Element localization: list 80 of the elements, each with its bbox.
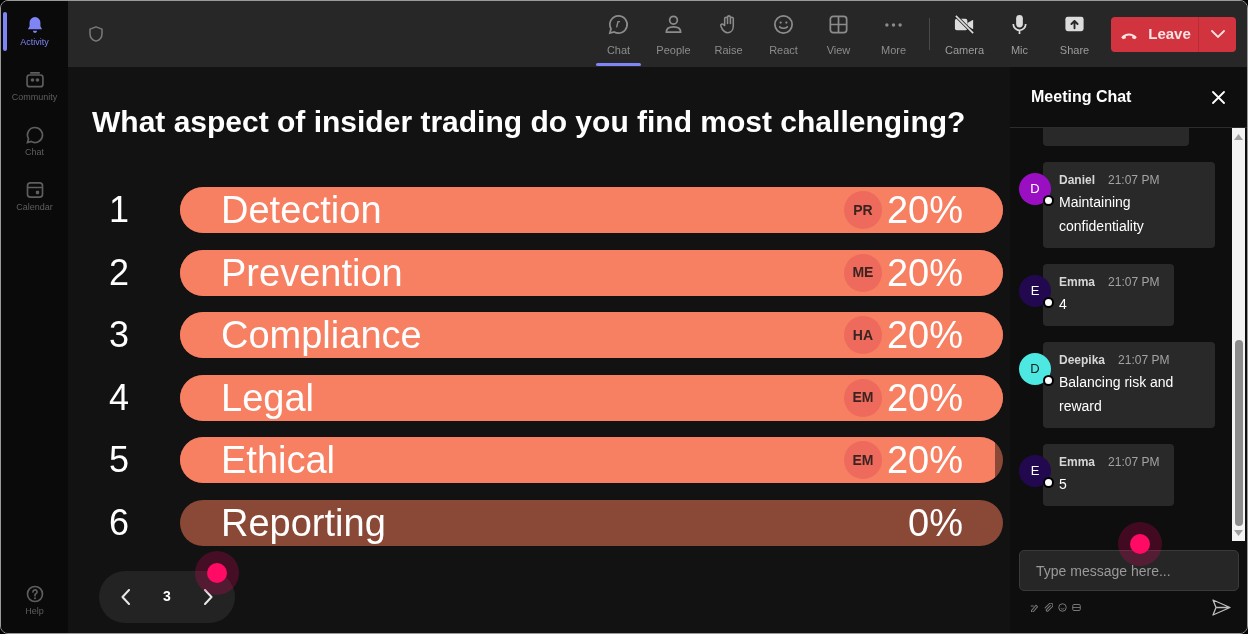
message-time: 21:07 PM [1108, 454, 1160, 470]
message-text: 5 [1059, 475, 1068, 494]
poll-question: What aspect of insider trading do you find most challenging? [92, 104, 967, 139]
sticker-icon[interactable] [1072, 603, 1081, 612]
toolbar-button[interactable]: Chat [591, 1, 646, 67]
toolbar-button[interactable]: Camera [937, 1, 992, 67]
calendar-icon [24, 180, 45, 200]
message-author: Emma [1059, 274, 1096, 290]
toolbar-button[interactable]: Share [1047, 1, 1102, 67]
option-number: 4 [108, 379, 130, 416]
leave-button[interactable]: Leave [1111, 16, 1198, 52]
sidebar-item[interactable]: Chat [1, 114, 68, 169]
message-time: 21:07 PM [1118, 352, 1170, 368]
grid-icon [827, 13, 850, 36]
send-button[interactable] [1212, 599, 1231, 616]
touch-indicator-icon [195, 551, 239, 595]
option-number: 1 [108, 192, 130, 228]
option-label: Prevention [220, 251, 404, 294]
message-text: 4 [1059, 295, 1068, 314]
help-button[interactable]: Help [1, 584, 68, 617]
sidebar-item[interactable]: Community [1, 59, 68, 114]
send-icon [1212, 599, 1231, 616]
option-percent: 20% [886, 376, 964, 419]
page-number: 3 [163, 587, 171, 606]
community-icon [24, 70, 45, 90]
message-input[interactable]: Type message here... [1019, 550, 1239, 591]
option-percent: 0% [908, 501, 964, 544]
toolbar-button[interactable]: People [646, 1, 701, 67]
chat-icon [24, 125, 45, 145]
smiley-icon[interactable] [1058, 603, 1067, 612]
scrollbar[interactable] [1232, 128, 1245, 541]
message-text: Balancing risk and reward [1059, 373, 1175, 416]
leave-dropdown-button[interactable] [1198, 16, 1236, 52]
option-number: 5 [108, 442, 130, 478]
option-number: 6 [108, 504, 130, 541]
touch-indicator-icon [1118, 522, 1162, 566]
message-time: 21:07 PM [1108, 172, 1160, 188]
smiley-icon [772, 13, 795, 36]
message-author: Deepika [1059, 352, 1106, 368]
help-icon [24, 584, 45, 604]
option-label: Detection [220, 189, 383, 231]
chat-icon [607, 13, 630, 36]
shield-icon [87, 24, 105, 44]
message-time: 21:07 PM [1108, 274, 1160, 290]
chevron-left-icon [120, 588, 130, 605]
toolbar-button[interactable]: React [756, 1, 811, 67]
pen-icon[interactable] [1030, 603, 1039, 612]
chevron-right-icon [204, 588, 214, 605]
message-author: Daniel [1059, 172, 1095, 188]
option-label: Reporting [220, 501, 387, 544]
active-indicator [3, 12, 7, 51]
message-author: Emma [1059, 454, 1096, 470]
option-number: 3 [108, 317, 130, 353]
option-label: Compliance [220, 314, 423, 356]
option-label: Legal [220, 376, 315, 419]
paperclip-icon[interactable] [1044, 603, 1053, 612]
close-button[interactable] [1211, 90, 1225, 104]
option-percent: 20% [886, 439, 964, 481]
chat-title: Meeting Chat [1031, 87, 1132, 107]
scroll-up-arrow-icon[interactable] [1234, 134, 1243, 140]
option-number: 2 [108, 254, 130, 291]
scrollbar-thumb[interactable] [1234, 340, 1243, 526]
camera-off-icon [953, 13, 976, 36]
toolbar-button[interactable]: More [866, 1, 921, 67]
option-percent: 20% [886, 189, 964, 231]
sidebar-item[interactable]: Calendar [1, 169, 68, 224]
user-avatar: D [1019, 353, 1051, 385]
sidebar-item[interactable]: Activity [1, 4, 68, 59]
option-percent: 20% [886, 251, 964, 294]
option-percent: 20% [886, 314, 964, 356]
toolbar-button[interactable]: View [811, 1, 866, 67]
option-label: Ethical [220, 439, 337, 481]
close-icon [1211, 90, 1225, 104]
dots-icon [885, 22, 902, 27]
message-text: Maintaining confidentiality [1059, 193, 1145, 236]
toolbar-button[interactable]: Raise [701, 1, 756, 67]
scroll-down-arrow-icon[interactable] [1234, 530, 1243, 536]
caret-icon [1210, 30, 1225, 38]
active-indicator [596, 63, 641, 66]
toolbar-button[interactable]: Mic [992, 1, 1047, 67]
